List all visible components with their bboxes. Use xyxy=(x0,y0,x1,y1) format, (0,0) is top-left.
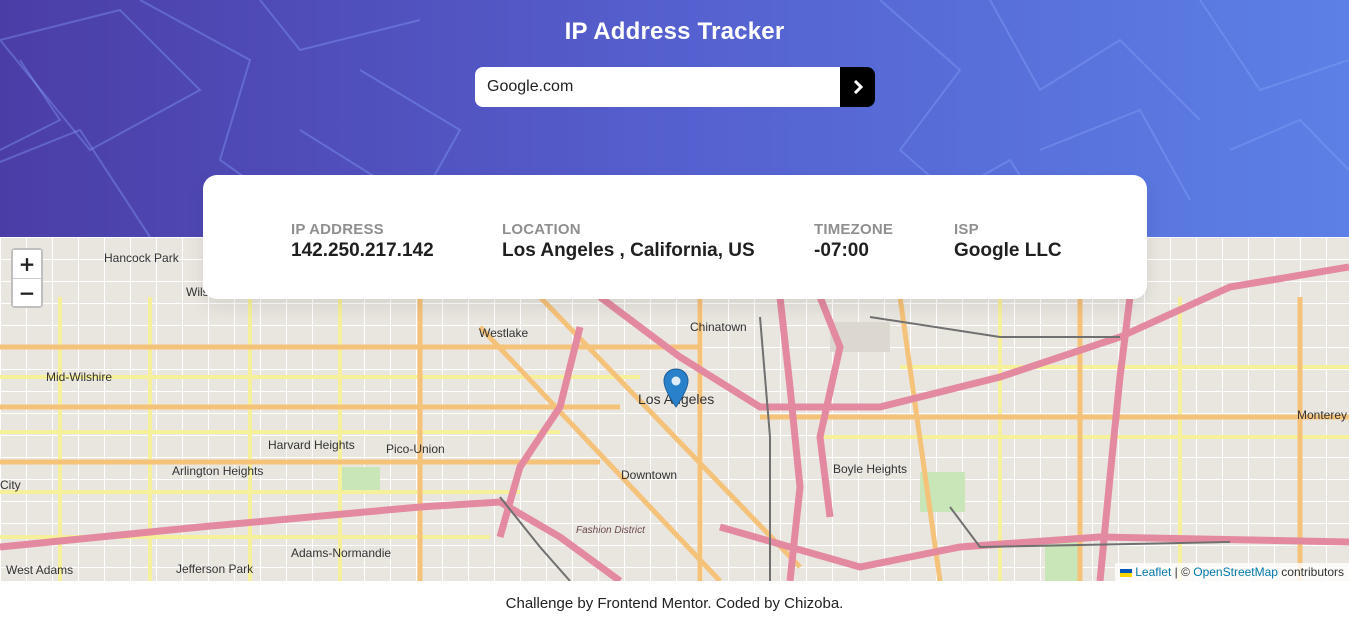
map-attribution: Leaflet | © OpenStreetMap contributors xyxy=(1115,563,1349,581)
search-bar xyxy=(475,67,875,107)
map-label: Boyle Heights xyxy=(833,462,907,476)
footer: Challenge by Frontend Mentor. Coded by C… xyxy=(0,581,1349,625)
location-field: LOCATION Los Angeles , California, US xyxy=(502,221,755,262)
attribution-separator: | © xyxy=(1171,565,1194,579)
search-submit-button[interactable] xyxy=(840,67,875,107)
ip-address-label: IP ADDRESS xyxy=(291,221,384,238)
attribution-contributors: contributors xyxy=(1277,565,1344,579)
zoom-out-button[interactable]: − xyxy=(13,278,41,306)
map-label: Mid-Wilshire xyxy=(46,370,112,384)
page-title: IP Address Tracker xyxy=(564,18,785,45)
location-pin-icon[interactable] xyxy=(663,368,689,413)
map-label: Chinatown xyxy=(690,320,747,334)
page: IP Address Tracker IP ADDRESS 142.250.21… xyxy=(0,0,1349,625)
isp-field: ISP Google LLC xyxy=(954,221,1062,262)
timezone-value: -07:00 xyxy=(814,240,869,261)
map-label: Fashion District xyxy=(576,525,646,536)
map-label: City xyxy=(0,478,21,492)
zoom-in-button[interactable]: + xyxy=(13,250,41,278)
footer-credit: Challenge by Frontend Mentor. Coded by C… xyxy=(505,595,844,612)
info-card: IP ADDRESS 142.250.217.142 LOCATION Los … xyxy=(203,175,1147,299)
isp-label: ISP xyxy=(954,221,979,238)
map-label: Downtown xyxy=(621,468,677,482)
location-value: Los Angeles , California, US xyxy=(502,240,755,261)
map-label: Westlake xyxy=(479,326,528,340)
map-label: Jefferson Park xyxy=(176,562,254,576)
chevron-right-icon xyxy=(853,80,863,94)
map-label: Harvard Heights xyxy=(268,438,355,452)
map-label: Adams-Normandie xyxy=(291,546,391,560)
isp-value: Google LLC xyxy=(954,240,1062,261)
openstreetmap-link[interactable]: OpenStreetMap xyxy=(1193,565,1278,579)
map-label: Monterey xyxy=(1297,408,1347,422)
map-label: Arlington Heights xyxy=(172,464,263,478)
timezone-field: TIMEZONE -07:00 xyxy=(814,221,893,262)
map-label: Hancock Park xyxy=(104,251,180,265)
search-input[interactable] xyxy=(475,67,840,107)
ip-address-field: IP ADDRESS 142.250.217.142 xyxy=(291,221,434,262)
leaflet-link[interactable]: Leaflet xyxy=(1135,565,1171,579)
ukraine-flag-icon xyxy=(1120,568,1133,577)
ip-address-value: 142.250.217.142 xyxy=(291,240,434,261)
map-label: Pico-Union xyxy=(386,442,445,456)
zoom-control: + − xyxy=(11,248,43,308)
timezone-label: TIMEZONE xyxy=(814,221,894,238)
map-label: West Adams xyxy=(6,563,73,577)
location-label: LOCATION xyxy=(502,221,581,238)
